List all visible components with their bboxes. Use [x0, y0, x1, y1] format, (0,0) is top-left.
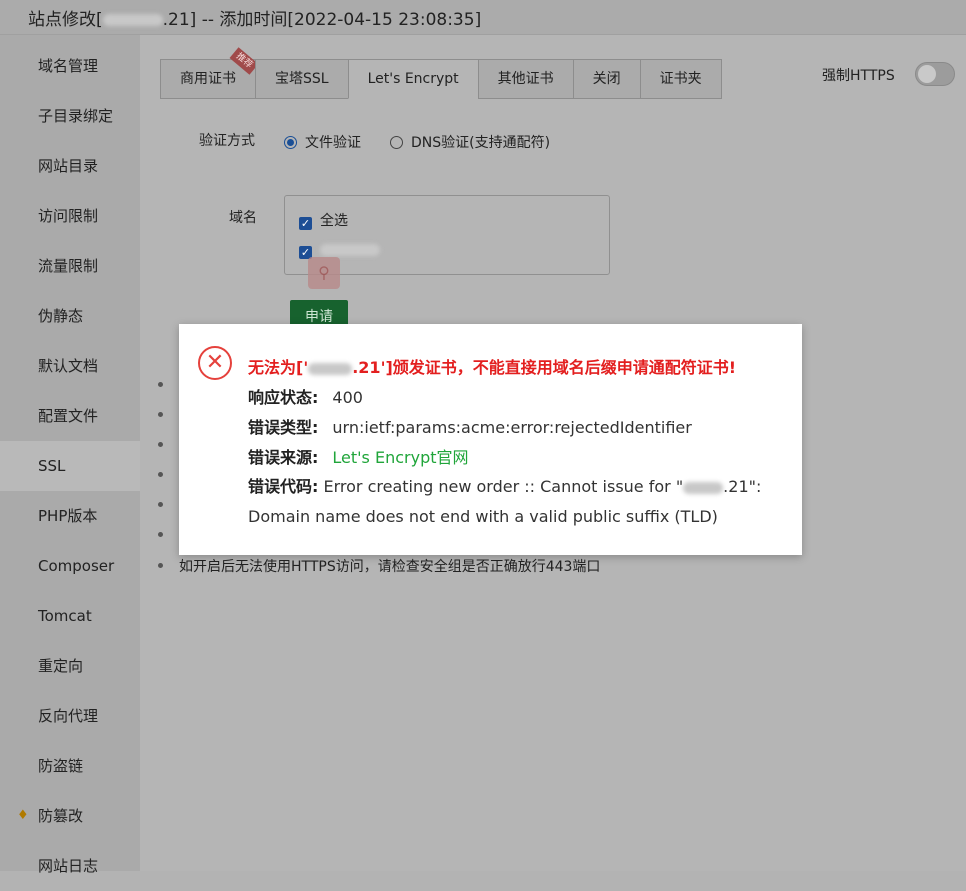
- sidebar-item-tamper[interactable]: ♦ 防篡改: [0, 791, 140, 841]
- sidebar-item-reverse-proxy[interactable]: 反向代理: [0, 691, 140, 741]
- sidebar-item-traffic-limit[interactable]: 流量限制: [0, 241, 140, 291]
- sidebar-item-subdir[interactable]: 子目录绑定: [0, 91, 140, 141]
- tab-cert-folder[interactable]: 证书夹: [639, 59, 722, 99]
- sidebar-item-ssl[interactable]: SSL: [0, 441, 140, 491]
- force-https-label: 强制HTTPS: [822, 68, 895, 84]
- sidebar-item-redirect[interactable]: 重定向: [0, 641, 140, 691]
- toggle-knob: [918, 65, 936, 83]
- domain-label: 域名: [229, 210, 257, 226]
- sidebar-item-default-doc[interactable]: 默认文档: [0, 341, 140, 391]
- select-all-checkbox[interactable]: ✓ 全选: [299, 210, 348, 230]
- sidebar: 域名管理 子目录绑定 网站目录 访问限制 流量限制 伪静态 默认文档 配置文件 …: [0, 35, 140, 875]
- radio-dot: [284, 136, 297, 149]
- search-icon[interactable]: ⚲: [308, 257, 340, 289]
- radio-dot: [390, 136, 403, 149]
- sidebar-item-composer[interactable]: Composer: [0, 541, 140, 591]
- redacted-domain: [102, 14, 163, 26]
- radio-file-verify[interactable]: 文件验证: [284, 132, 361, 152]
- ssl-tabs: 商用证书 推荐 宝塔SSL Let's Encrypt 其他证书 关闭 证书夹: [160, 47, 722, 99]
- sidebar-item-config[interactable]: 配置文件: [0, 391, 140, 441]
- sidebar-item-rewrite[interactable]: 伪静态: [0, 291, 140, 341]
- tab-close[interactable]: 关闭: [572, 59, 640, 99]
- status-row: 响应状态: 400: [248, 388, 363, 407]
- tab-other-cert[interactable]: 其他证书: [477, 59, 573, 99]
- dialog-title: 无法为[' .21']颁发证书，不能直接用域名后缀申请通配符证书!: [248, 358, 737, 377]
- sidebar-item-access-limit[interactable]: 访问限制: [0, 191, 140, 241]
- code-row: 错误代码: Error creating new order :: Cannot…: [248, 477, 762, 526]
- tab-bt-ssl[interactable]: 宝塔SSL: [255, 59, 348, 99]
- radio-dns-verify[interactable]: DNS验证(支持通配符): [390, 132, 550, 152]
- redacted-domain: [683, 481, 724, 494]
- https-tip: 如开启后无法使用HTTPS访问，请检查安全组是否正确放行443端口: [158, 556, 600, 576]
- window-title: 站点修改[.21] -- 添加时间[2022-04-15 23:08:35]: [28, 10, 482, 30]
- method-label: 验证方式: [199, 133, 255, 149]
- sidebar-item-php[interactable]: PHP版本: [0, 491, 140, 541]
- sidebar-item-hotlink[interactable]: 防盗链: [0, 741, 140, 791]
- redacted-domain: [308, 362, 353, 375]
- force-https-toggle[interactable]: [915, 62, 955, 86]
- check-icon: ✓: [299, 217, 312, 230]
- sidebar-item-tomcat[interactable]: Tomcat: [0, 591, 140, 641]
- source-row: 错误来源: Let's Encrypt官网: [248, 448, 469, 467]
- title-bar: 站点修改[.21] -- 添加时间[2022-04-15 23:08:35]: [0, 0, 966, 35]
- sidebar-item-domains[interactable]: 域名管理: [0, 41, 140, 91]
- sidebar-item-site-dir[interactable]: 网站目录: [0, 141, 140, 191]
- tab-commercial-cert[interactable]: 商用证书 推荐: [160, 47, 259, 99]
- source-link[interactable]: Let's Encrypt官网: [332, 448, 468, 467]
- error-icon: ✕: [198, 346, 232, 380]
- sidebar-item-logs[interactable]: 网站日志: [0, 841, 140, 891]
- error-dialog: ✕ 无法为[' .21']颁发证书，不能直接用域名后缀申请通配符证书! 响应状态:…: [179, 324, 802, 555]
- type-row: 错误类型: urn:ietf:params:acme:error:rejected…: [248, 418, 692, 437]
- tab-lets-encrypt[interactable]: Let's Encrypt: [347, 59, 478, 99]
- diamond-icon: ♦: [17, 808, 29, 823]
- redacted-domain: [320, 244, 380, 256]
